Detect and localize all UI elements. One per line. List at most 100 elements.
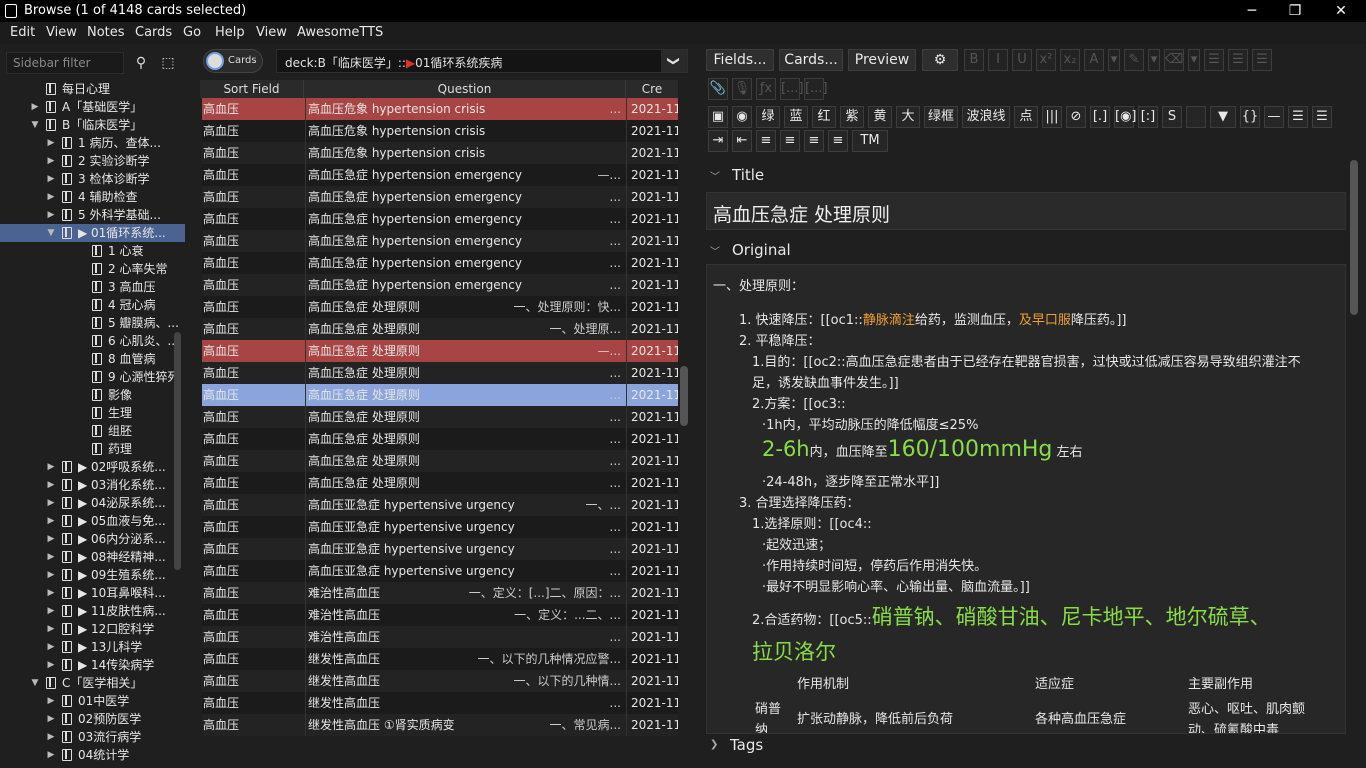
image-icon[interactable]: ▣: [708, 106, 728, 128]
table-row[interactable]: 高血压 高血压急症 hypertension emergency —... 2021-…: [202, 164, 678, 186]
title-field[interactable]: 高血压急症 处理原则: [706, 192, 1346, 230]
list-icon[interactable]: ☰: [1228, 49, 1248, 71]
bracket-icon[interactable]: [:]: [1138, 106, 1158, 128]
indent-icon[interactable]: ⇥: [708, 130, 728, 152]
sidebar-item[interactable]: 组胚: [0, 422, 185, 440]
table-row[interactable]: 高血压 高血压急症 处理原则... 2021-11: [202, 472, 678, 494]
chevron-down-icon[interactable]: ▼: [46, 224, 56, 242]
sidebar-item[interactable]: ▶ ▶ 03消化系统...: [0, 476, 185, 494]
search-history-dropdown[interactable]: ❯: [661, 50, 687, 72]
style-green-box[interactable]: 绿框: [924, 106, 958, 128]
minimize-button[interactable]: ─: [1229, 0, 1275, 22]
justify-icon[interactable]: ≡: [828, 130, 848, 152]
chevron-right-icon[interactable]: ▶: [46, 692, 56, 710]
original-field[interactable]: 一、处理原则： 1. 快速降压：[[oc1::静脉滴注给药，监测血压，及早口服降…: [706, 264, 1346, 734]
column-created[interactable]: Cre: [626, 80, 678, 98]
chevron-right-icon[interactable]: ▶: [46, 458, 56, 476]
table-row[interactable]: 高血压 高血压急症 处理原则... 2021-11: [202, 428, 678, 450]
sidebar-item[interactable]: ▶ ▶ 02呼吸系统...: [0, 458, 185, 476]
chevron-right-icon[interactable]: ▶: [46, 494, 56, 512]
table-row[interactable]: 高血压 高血压急症 处理原则... 2021-11: [202, 362, 678, 384]
table-row[interactable]: 高血压 高血压急症 hypertension emergency... 2021-1…: [202, 208, 678, 230]
style-blue[interactable]: 蓝: [784, 106, 808, 128]
table-row[interactable]: 高血压 高血压急症 处理原则... 2021-11: [202, 384, 678, 406]
sidebar-item[interactable]: ▶ ▶ 06内分泌系...: [0, 530, 185, 548]
sidebar-item[interactable]: ▶ 5 外科学基础...: [0, 206, 185, 224]
text-color-dropdown[interactable]: ▾: [1108, 49, 1120, 71]
table-row[interactable]: 高血压 继发性高血压 一、以下的几种情况应警... 2021-11: [202, 648, 678, 670]
sidebar-item[interactable]: ▼ ▶ 01循环系统...: [0, 224, 185, 242]
table-row[interactable]: 高血压 继发性高血压... 2021-11: [202, 692, 678, 714]
sidebar-item[interactable]: ▶ 2 实验诊断学: [0, 152, 185, 170]
maximize-button[interactable]: ❐: [1272, 0, 1318, 22]
sidebar-item[interactable]: ▶ 4 辅助检查: [0, 188, 185, 206]
close-button[interactable]: ✕: [1318, 0, 1364, 22]
column-question[interactable]: Question: [304, 80, 626, 98]
table-row[interactable]: 高血压 高血压亚急症 hypertensive urgency... 2021-11: [202, 560, 678, 582]
table-row[interactable]: 高血压 高血压危象 hypertension crisis 2021-11: [202, 142, 678, 164]
chevron-right-icon[interactable]: ▶: [46, 476, 56, 494]
table-row[interactable]: 高血压 难治性高血压 一、定义：[...]二、原因：... 2021-11: [202, 582, 678, 604]
sidebar-item[interactable]: ▶ 02预防医学: [0, 710, 185, 728]
table-row[interactable]: 高血压 高血压急症 处理原则 一、处理原则：快... 2021-11: [202, 296, 678, 318]
sidebar-item[interactable]: 影像: [0, 386, 185, 404]
table-row[interactable]: 高血压 高血压急症 hypertension emergency... 2021-1…: [202, 274, 678, 296]
style-dot[interactable]: 点: [1014, 106, 1038, 128]
align-left-icon[interactable]: ≡: [780, 130, 800, 152]
sidebar-item[interactable]: ▶ 1 病历、查体...: [0, 134, 185, 152]
bars-icon[interactable]: |||: [1042, 106, 1062, 128]
chevron-right-icon[interactable]: ▶: [46, 656, 56, 674]
style-yellow[interactable]: 黄: [868, 106, 892, 128]
chevron-right-icon[interactable]: ▶: [46, 638, 56, 656]
align-right-icon[interactable]: ≡: [804, 130, 824, 152]
highlight-dropdown[interactable]: ▾: [1148, 49, 1160, 71]
table-row[interactable]: 高血压 继发性高血压 一、以下的几种情... 2021-11: [202, 670, 678, 692]
table-row[interactable]: 高血压 高血压急症 处理原则... 2021-11: [202, 450, 678, 472]
sidebar-item[interactable]: ▶ 01中医学: [0, 692, 185, 710]
braces-icon[interactable]: {}: [1240, 106, 1260, 128]
chevron-right-icon[interactable]: ▶: [46, 548, 56, 566]
subscript-button[interactable]: x₂: [1060, 49, 1080, 71]
italic-button[interactable]: I: [988, 49, 1008, 71]
chevron-right-icon[interactable]: ▶: [46, 584, 56, 602]
chevron-right-icon[interactable]: ▶: [46, 728, 56, 746]
sidebar-item[interactable]: 1 心衰: [0, 242, 185, 260]
sidebar-item[interactable]: ▼ C「医学相关」: [0, 674, 185, 692]
menu-view-2[interactable]: View: [256, 25, 287, 40]
menu-view[interactable]: View: [46, 25, 77, 40]
list-icon[interactable]: ☰: [1312, 106, 1332, 128]
sidebar-item[interactable]: 8 血管病: [0, 350, 185, 368]
chevron-right-icon[interactable]: ▶: [46, 188, 56, 206]
style-purple[interactable]: 紫: [840, 106, 864, 128]
eraser-dropdown[interactable]: ▾: [1188, 49, 1200, 71]
dropdown-icon[interactable]: ▼: [1210, 106, 1236, 128]
sidebar-item[interactable]: 生理: [0, 404, 185, 422]
style-wavy[interactable]: 波浪线: [962, 106, 1010, 128]
chevron-right-icon[interactable]: ▶: [46, 746, 56, 764]
preview-button[interactable]: Preview: [848, 49, 916, 71]
list-icon[interactable]: ☰: [1288, 106, 1308, 128]
style-red[interactable]: 红: [812, 106, 836, 128]
editor-scrollbar[interactable]: [1350, 160, 1358, 315]
chevron-right-icon[interactable]: ▶: [46, 710, 56, 728]
sidebar-item[interactable]: 每日心理: [0, 80, 185, 98]
sidebar-item[interactable]: 4 冠心病: [0, 296, 185, 314]
record-audio-icon[interactable]: 🎙: [732, 78, 752, 100]
chevron-right-icon[interactable]: ▶: [46, 152, 56, 170]
field-header-tags[interactable]: ❯ Tags: [710, 736, 763, 754]
style-green[interactable]: 绿: [756, 106, 780, 128]
sidebar-item[interactable]: 3 高血压: [0, 278, 185, 296]
sidebar-scrollbar[interactable]: [174, 332, 181, 570]
table-row[interactable]: 高血压 难治性高血压 一、定义：...二、... 2021-11: [202, 604, 678, 626]
table-row[interactable]: 高血压 继发性高血压 ①肾实质病变 一、常见病... 2021-11: [202, 714, 678, 736]
sidebar-item[interactable]: ▶ ▶ 11皮肤性病...: [0, 602, 185, 620]
table-row[interactable]: 高血压 高血压危象 hypertension crisis... 2021-11: [202, 98, 678, 120]
table-row[interactable]: 高血压 高血压急症 处理原则 一、处理原... 2021-11: [202, 318, 678, 340]
sidebar-item[interactable]: ▶ ▶ 12口腔科学: [0, 620, 185, 638]
sidebar-item[interactable]: ▶ ▶ 14传染病学: [0, 656, 185, 674]
sidebar-item[interactable]: ▶ A「基础医学」: [0, 98, 185, 116]
eraser-button[interactable]: ⌫: [1164, 49, 1184, 71]
highlight-button[interactable]: ✎: [1124, 49, 1144, 71]
chevron-right-icon[interactable]: ▶: [46, 530, 56, 548]
table-row[interactable]: 高血压 高血压急症 处理原则... 2021-11: [202, 406, 678, 428]
